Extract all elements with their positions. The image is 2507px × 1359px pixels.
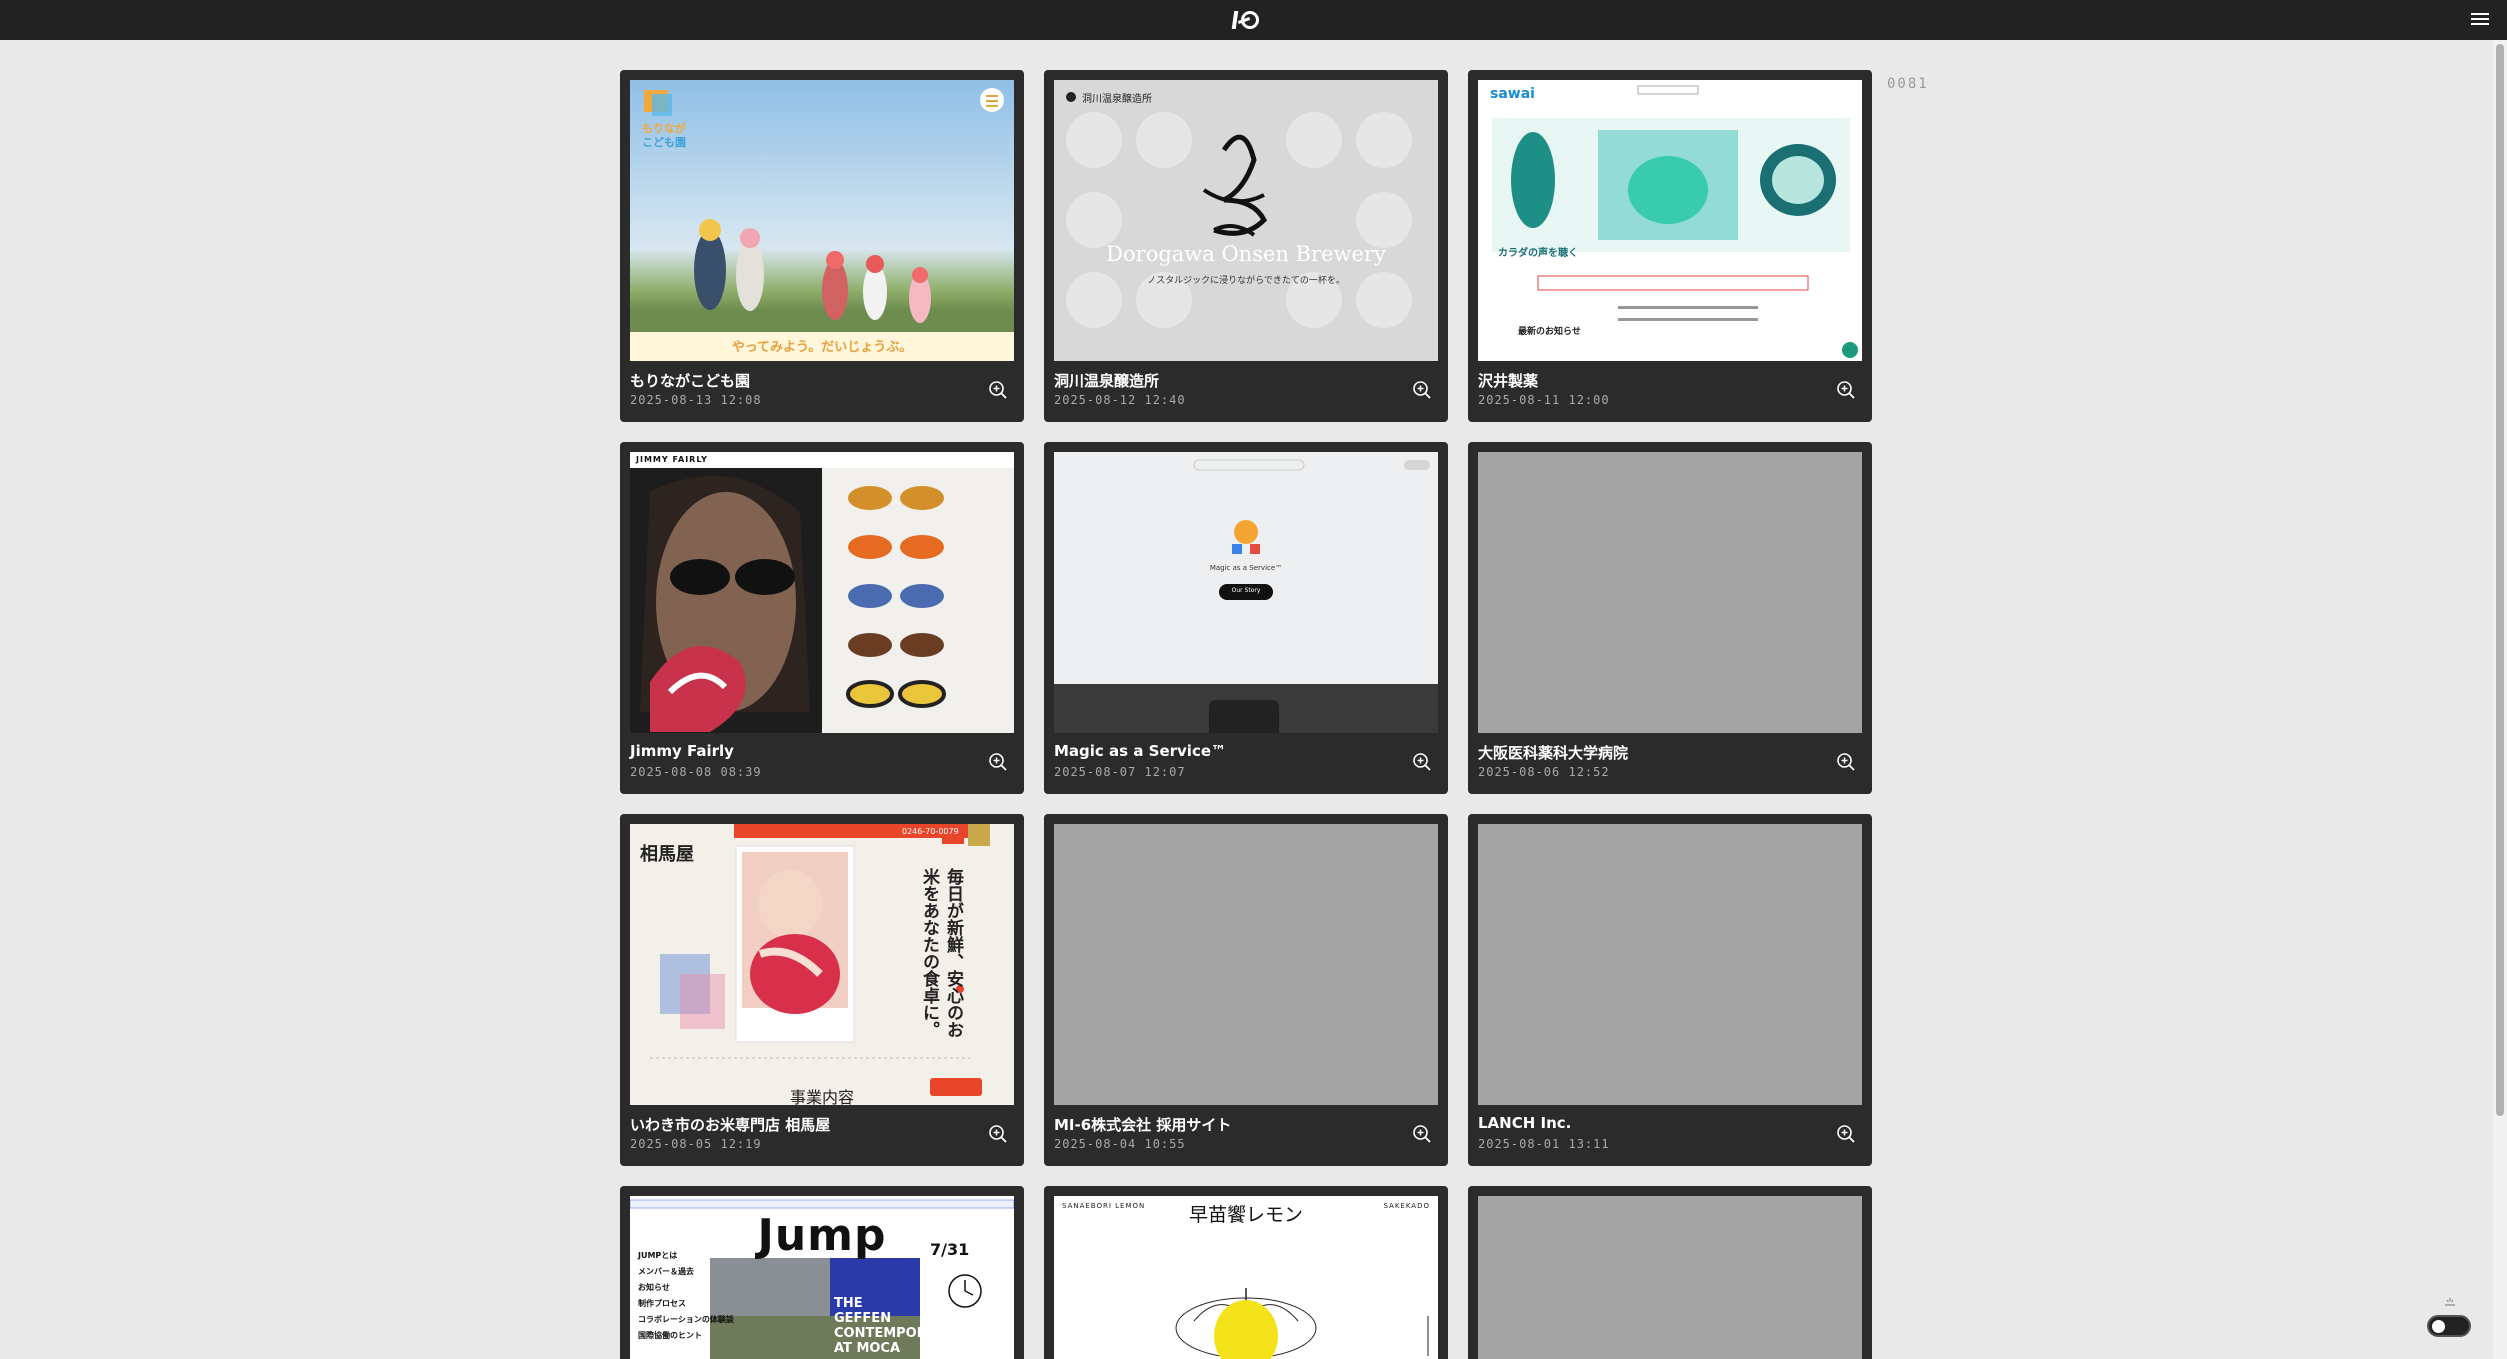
thumb-header: 洞川温泉醸造所 bbox=[1082, 94, 1152, 105]
card-thumbnail-placeholder bbox=[1478, 452, 1862, 733]
card-date: 2025-08-07 12:07 bbox=[1054, 765, 1186, 779]
theme-toggle[interactable] bbox=[2427, 1315, 2471, 1337]
card-date: 2025-08-11 12:00 bbox=[1478, 393, 1610, 407]
zoom-in-icon[interactable] bbox=[988, 380, 1008, 400]
thumb-sign: THE GEFFEN CONTEMPORARY AT MOCA bbox=[834, 1296, 956, 1356]
card-date: 2025-08-12 12:40 bbox=[1054, 393, 1186, 407]
card-date: 2025-08-08 08:39 bbox=[630, 765, 762, 779]
card-placeholder[interactable] bbox=[1468, 1186, 1872, 1359]
thumb-tagline: やってみよう。だいじょうぶ。 bbox=[731, 340, 913, 355]
card-title: 大阪医科薬科大学病院 bbox=[1478, 744, 1629, 762]
card-title: いわき市のお米専門店 相馬屋 bbox=[630, 1116, 831, 1134]
card-thumbnail-placeholder bbox=[1054, 824, 1438, 1105]
card-osaka-medical-hospital[interactable]: 大阪医科薬科大学病院 2025-08-06 12:52 bbox=[1468, 442, 1872, 794]
thumb-menu-item: コラボレーションの体験談 bbox=[638, 1315, 734, 1324]
top-bar bbox=[0, 0, 2507, 40]
thumb-headline: Dorogawa Onsen Brewery bbox=[1106, 242, 1386, 266]
card-date: 2025-08-06 12:52 bbox=[1478, 765, 1610, 779]
thumb-brand: sawai bbox=[1490, 86, 1535, 102]
scrollbar-thumb[interactable] bbox=[2496, 44, 2504, 1116]
hamburger-menu-icon[interactable] bbox=[2471, 10, 2489, 28]
card-title: もりながこども園 bbox=[630, 372, 751, 390]
card-thumbnail: 相馬屋 毎日が新鮮、安心のお米をあなたの食卓に。 事業内容 0246-70-00… bbox=[630, 824, 1014, 1105]
card-date: 2025-08-04 10:55 bbox=[1054, 1137, 1186, 1151]
zoom-in-icon[interactable] bbox=[988, 752, 1008, 772]
site-logo[interactable] bbox=[1231, 8, 1261, 32]
card-jimmy-fairly[interactable]: JIMMY FAIRLY Jimmy Fairly 2025-08-08 08:… bbox=[620, 442, 1024, 794]
toggle-knob bbox=[2432, 1320, 2445, 1333]
theme-glyph-icon bbox=[2445, 1298, 2455, 1306]
thumb-menu-item: 国際協働のヒント bbox=[638, 1331, 702, 1340]
thumb-cta: Our Story bbox=[1231, 587, 1261, 594]
page-scrollbar[interactable] bbox=[2493, 40, 2507, 1359]
thumb-phone: 0246-70-0079 bbox=[902, 827, 959, 836]
zoom-in-icon[interactable] bbox=[1836, 752, 1856, 772]
card-date: 2025-08-13 12:08 bbox=[630, 393, 762, 407]
card-thumbnail-placeholder bbox=[1478, 1196, 1862, 1359]
thumbnail-art bbox=[1478, 80, 1862, 361]
zoom-in-icon[interactable] bbox=[988, 1124, 1008, 1144]
thumb-date-big: 7/31 bbox=[930, 1240, 970, 1259]
thumb-headline: 早苗饗レモン bbox=[1188, 1204, 1303, 1226]
zoom-in-icon[interactable] bbox=[1836, 380, 1856, 400]
thumbnail-art bbox=[630, 452, 1014, 733]
card-thumbnail: Magic as a Service™ Our Story bbox=[1054, 452, 1438, 733]
thumb-menu-item: メンバー＆過去 bbox=[638, 1267, 694, 1276]
card-morinaga[interactable]: もりなが こども園 やってみよう。だいじょうぶ。 もりながこども園 2025-0… bbox=[620, 70, 1024, 422]
card-date: 2025-08-05 12:19 bbox=[630, 1137, 762, 1151]
thumbnail-art bbox=[1054, 80, 1438, 361]
thumb-vertical-copy: 毎日が新鮮、安心のお米をあなたの食卓に。 bbox=[919, 868, 963, 1038]
thumb-menu-item: お知らせ bbox=[638, 1283, 670, 1292]
thumb-menu-item: 制作プロセス bbox=[638, 1299, 686, 1308]
thumb-label: Magic as a Service™ bbox=[1209, 564, 1283, 572]
zoom-in-icon[interactable] bbox=[1836, 1124, 1856, 1144]
thumb-section: 事業内容 bbox=[789, 1088, 854, 1105]
thumb-news: 最新のお知らせ bbox=[1518, 327, 1581, 337]
thumbnail-art bbox=[630, 80, 1014, 361]
card-title: MI-6株式会社 採用サイト bbox=[1054, 1116, 1232, 1134]
zoom-in-icon[interactable] bbox=[1412, 1124, 1432, 1144]
card-thumbnail: 洞川温泉醸造所 Dorogawa Onsen Brewery ノスタルジックに浸… bbox=[1054, 80, 1438, 361]
thumb-sub: ノスタルジックに浸りながらできたての一杯を。 bbox=[1147, 276, 1345, 286]
thumb-brand-2: こども園 bbox=[642, 136, 686, 149]
card-thumbnail: sawai カラダの声を聴く 最新のお知らせ bbox=[1478, 80, 1862, 361]
card-title: Jimmy Fairly bbox=[630, 742, 734, 760]
item-counter: 0081 bbox=[1887, 76, 1929, 92]
card-thumbnail: JIMMY FAIRLY bbox=[630, 452, 1014, 733]
card-sawai[interactable]: sawai カラダの声を聴く 最新のお知らせ 沢井製薬 2025-08-11 1… bbox=[1468, 70, 1872, 422]
zoom-in-icon[interactable] bbox=[1412, 752, 1432, 772]
card-somaya[interactable]: 相馬屋 毎日が新鮮、安心のお米をあなたの食卓に。 事業内容 0246-70-00… bbox=[620, 814, 1024, 1166]
card-date: 2025-08-01 13:11 bbox=[1478, 1137, 1610, 1151]
thumb-menu: JUMPとは メンバー＆過去 お知らせ 制作プロセス コラボレーションの体験談 … bbox=[638, 1248, 734, 1344]
thumb-brand: 相馬屋 bbox=[640, 844, 694, 865]
card-title: 沢井製薬 bbox=[1478, 372, 1539, 390]
card-jump[interactable]: Jump JUMPとは メンバー＆過去 お知らせ 制作プロセス コラボレーション… bbox=[620, 1186, 1024, 1359]
card-sanaebori-lemon[interactable]: SANAEBORI LEMON SAKEKADO 早苗饗レモン bbox=[1044, 1186, 1448, 1359]
card-title: 洞川温泉醸造所 bbox=[1054, 372, 1160, 390]
card-lanch[interactable]: LANCH Inc. 2025-08-01 13:11 bbox=[1468, 814, 1872, 1166]
card-thumbnail: もりなが こども園 やってみよう。だいじょうぶ。 bbox=[630, 80, 1014, 361]
thumb-caption: カラダの声を聴く bbox=[1498, 248, 1578, 259]
zoom-in-icon[interactable] bbox=[1412, 380, 1432, 400]
card-thumbnail: SANAEBORI LEMON SAKEKADO 早苗饗レモン bbox=[1054, 1196, 1438, 1359]
thumb-menu-item: JUMPとは bbox=[638, 1251, 678, 1260]
card-dorogawa[interactable]: 洞川温泉醸造所 Dorogawa Onsen Brewery ノスタルジックに浸… bbox=[1044, 70, 1448, 422]
card-magic-as-a-service[interactable]: Magic as a Service™ Our Story Magic as a… bbox=[1044, 442, 1448, 794]
card-title: Magic as a Service™ bbox=[1054, 742, 1227, 760]
thumb-brand: JIMMY FAIRLY bbox=[636, 455, 708, 464]
card-thumbnail: Jump JUMPとは メンバー＆過去 お知らせ 制作プロセス コラボレーション… bbox=[630, 1196, 1014, 1359]
card-title: LANCH Inc. bbox=[1478, 1114, 1572, 1132]
card-mi6-recruit[interactable]: MI-6株式会社 採用サイト 2025-08-04 10:55 bbox=[1044, 814, 1448, 1166]
card-thumbnail-placeholder bbox=[1478, 824, 1862, 1105]
